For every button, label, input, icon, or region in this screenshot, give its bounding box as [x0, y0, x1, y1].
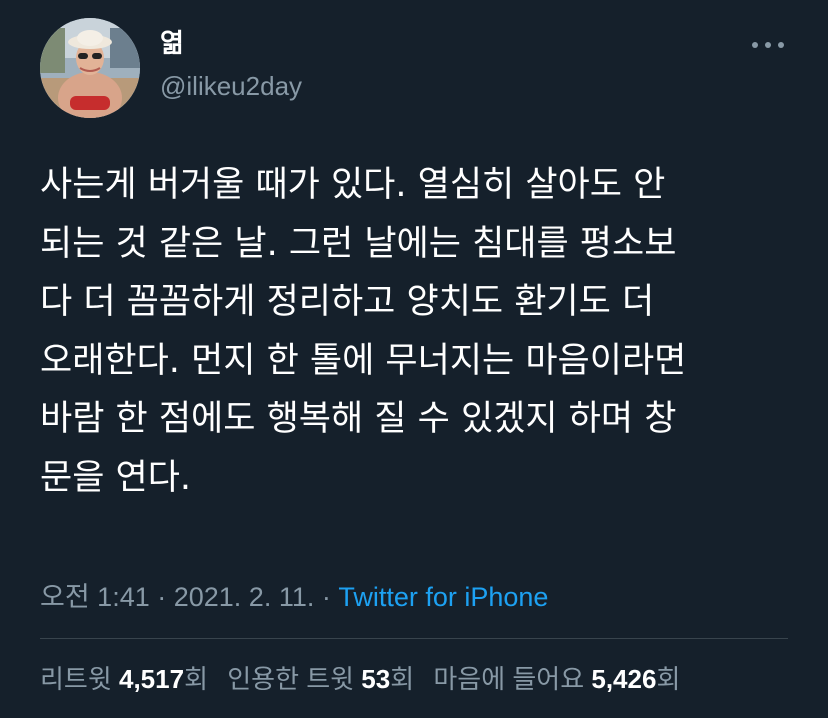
meta-separator: · — [149, 582, 174, 612]
retweets-count: 4,517 — [119, 664, 185, 694]
meta-separator: · — [314, 582, 339, 612]
likes-stat[interactable]: 마음에 들어요 5,426회 — [433, 664, 680, 694]
retweets-label: 리트윗 — [40, 664, 112, 694]
tweet-meta: 오전 1:41 · 2021. 2. 11. · Twitter for iPh… — [40, 579, 548, 615]
divider — [40, 638, 788, 639]
tweet-detail: 엶 @ilikeu2day 사는게 버거울 때가 있다. 열심히 살아도 안 되… — [0, 0, 828, 718]
tweet-text-line: 되는 것 같은 날. 그런 날에는 침대를 평소보 — [40, 223, 677, 264]
user-names: 엶 @ilikeu2day — [160, 28, 302, 104]
quotes-label: 인용한 트윗 — [227, 664, 355, 694]
retweets-unit: 회 — [184, 664, 208, 694]
avatar-photo — [40, 18, 140, 118]
avatar[interactable] — [40, 18, 140, 118]
tweet-text: 사는게 버거울 때가 있다. 열심히 살아도 안 되는 것 같은 날. 그런 날… — [40, 156, 790, 507]
quotes-count: 53 — [361, 664, 391, 694]
likes-count: 5,426 — [591, 664, 657, 694]
more-dot — [765, 42, 771, 48]
tweet-stats: 리트윗 4,517회 인용한 트윗 53회 마음에 들어요 5,426회 — [40, 661, 692, 697]
tweet-text-line: 사는게 버거울 때가 있다. 열심히 살아도 안 — [40, 165, 666, 205]
tweet-text-line: 문을 연다. — [40, 457, 192, 498]
tweet-text-line: 다 더 꼼꼼하게 정리하고 양치도 환기도 더 — [40, 282, 655, 322]
more-dot — [778, 42, 784, 48]
tweet-time[interactable]: 오전 1:41 — [40, 582, 150, 612]
more-dot — [752, 42, 758, 48]
more-horizontal-icon[interactable] — [752, 40, 784, 50]
tweet-header: 엶 @ilikeu2day — [40, 18, 788, 118]
quotes-unit: 회 — [390, 664, 415, 694]
tweet-source-link[interactable]: Twitter for iPhone — [338, 582, 548, 612]
user-handle[interactable]: @ilikeu2day — [160, 68, 302, 104]
retweets-stat[interactable]: 리트윗 4,517회 — [40, 664, 208, 694]
quotes-stat[interactable]: 인용한 트윗 53회 — [227, 664, 414, 694]
likes-label: 마음에 들어요 — [433, 664, 585, 694]
display-name[interactable]: 엶 — [160, 28, 302, 60]
tweet-text-line: 오래한다. 먼지 한 톨에 무너지는 마음이라면 — [40, 340, 687, 381]
tweet-date[interactable]: 2021. 2. 11. — [174, 582, 315, 612]
likes-unit: 회 — [656, 664, 681, 694]
tweet-text-line: 바람 한 점에도 행복해 질 수 있겠지 하며 창 — [40, 399, 677, 439]
